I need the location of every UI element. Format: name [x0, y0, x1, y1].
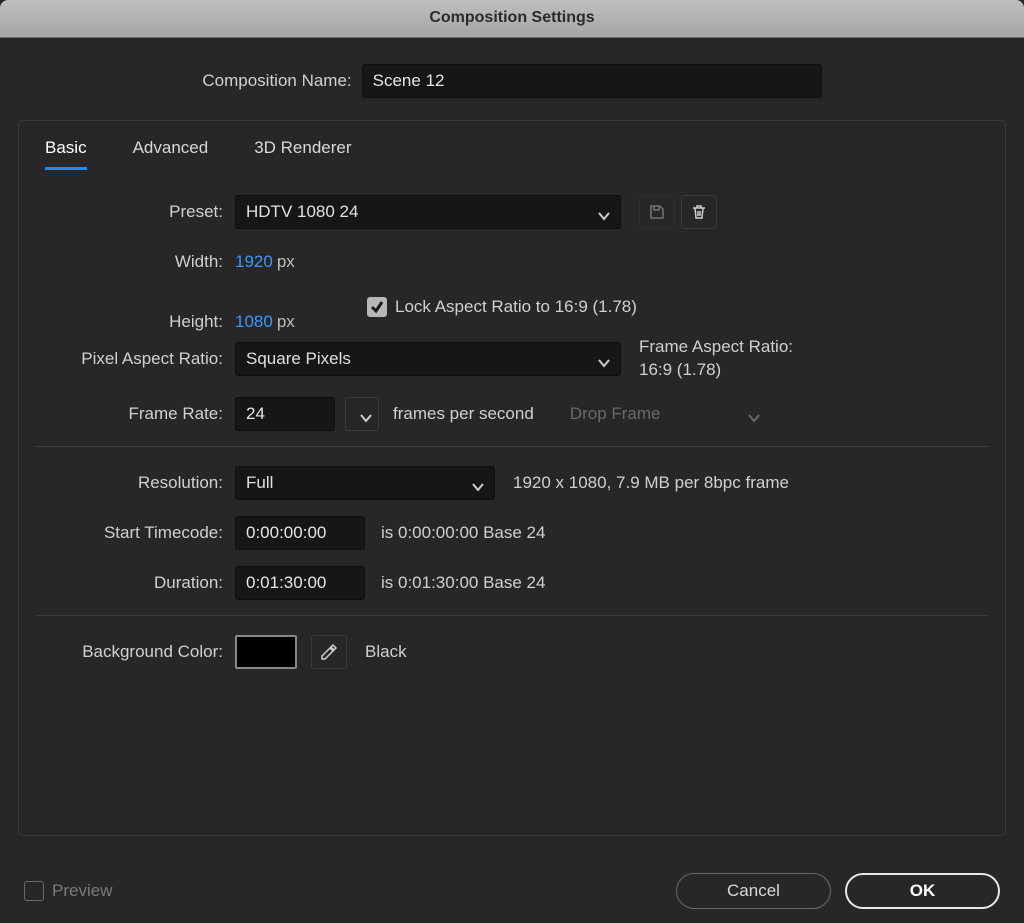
frame-rate-dropdown[interactable]	[345, 397, 379, 431]
lock-aspect-checkbox[interactable]	[367, 297, 387, 317]
save-preset-button[interactable]	[639, 195, 675, 229]
pixel-aspect-ratio-label: Pixel Aspect Ratio:	[35, 348, 235, 370]
chevron-down-icon	[360, 408, 372, 420]
dialog-titlebar: Composition Settings	[0, 0, 1024, 38]
divider	[35, 615, 989, 616]
height-label: Height:	[35, 311, 235, 333]
duration-label: Duration:	[35, 572, 235, 594]
background-color-name: Black	[365, 641, 407, 663]
chevron-down-icon	[598, 353, 610, 365]
ok-button[interactable]: OK	[845, 873, 1000, 909]
preview-label: Preview	[52, 880, 112, 902]
height-unit: px	[277, 311, 295, 333]
tab-basic[interactable]: Basic	[45, 131, 87, 170]
preview-checkbox	[24, 881, 44, 901]
tab-advanced[interactable]: Advanced	[133, 131, 209, 170]
background-color-swatch[interactable]	[235, 635, 297, 669]
composition-name-input[interactable]	[362, 64, 822, 98]
eyedropper-button[interactable]	[311, 635, 347, 669]
tab-3d-renderer[interactable]: 3D Renderer	[254, 131, 351, 170]
width-unit: px	[277, 251, 295, 273]
resolution-info: 1920 x 1080, 7.9 MB per 8bpc frame	[513, 472, 789, 495]
frame-rate-suffix: frames per second	[393, 403, 534, 425]
frame-aspect-ratio-info: Frame Aspect Ratio: 16:9 (1.78)	[639, 336, 793, 382]
preset-label: Preset:	[35, 201, 235, 223]
chevron-down-icon	[748, 408, 760, 420]
preset-select[interactable]: HDTV 1080 24	[235, 195, 621, 229]
frame-rate-input[interactable]	[235, 397, 335, 431]
tab-bar: Basic Advanced 3D Renderer	[35, 121, 989, 170]
chevron-down-icon	[472, 477, 484, 489]
resolution-label: Resolution:	[35, 472, 235, 494]
dialog-footer: Preview Cancel OK	[0, 859, 1024, 923]
cancel-button[interactable]: Cancel	[676, 873, 831, 909]
height-value[interactable]: 1080	[235, 311, 273, 333]
pixel-aspect-ratio-value: Square Pixels	[246, 348, 351, 370]
duration-input[interactable]	[235, 566, 365, 600]
chevron-down-icon	[598, 206, 610, 218]
dialog-title: Composition Settings	[429, 8, 594, 29]
composition-name-label: Composition Name:	[202, 70, 351, 92]
duration-info: is 0:01:30:00 Base 24	[381, 572, 545, 594]
drop-frame-select: Drop Frame	[560, 397, 770, 431]
frame-rate-label: Frame Rate:	[35, 403, 235, 425]
resolution-value: Full	[246, 472, 273, 494]
width-label: Width:	[35, 251, 235, 273]
preset-value: HDTV 1080 24	[246, 201, 358, 223]
start-timecode-label: Start Timecode:	[35, 522, 235, 544]
pixel-aspect-ratio-select[interactable]: Square Pixels	[235, 342, 621, 376]
delete-preset-button[interactable]	[681, 195, 717, 229]
start-timecode-info: is 0:00:00:00 Base 24	[381, 522, 545, 544]
start-timecode-input[interactable]	[235, 516, 365, 550]
settings-panel: Basic Advanced 3D Renderer Preset: HDTV …	[18, 120, 1006, 836]
lock-aspect-label: Lock Aspect Ratio to 16:9 (1.78)	[395, 296, 637, 318]
resolution-select[interactable]: Full	[235, 466, 495, 500]
background-color-label: Background Color:	[35, 641, 235, 663]
width-value[interactable]: 1920	[235, 251, 273, 273]
divider	[35, 446, 989, 447]
drop-frame-value: Drop Frame	[570, 403, 661, 425]
